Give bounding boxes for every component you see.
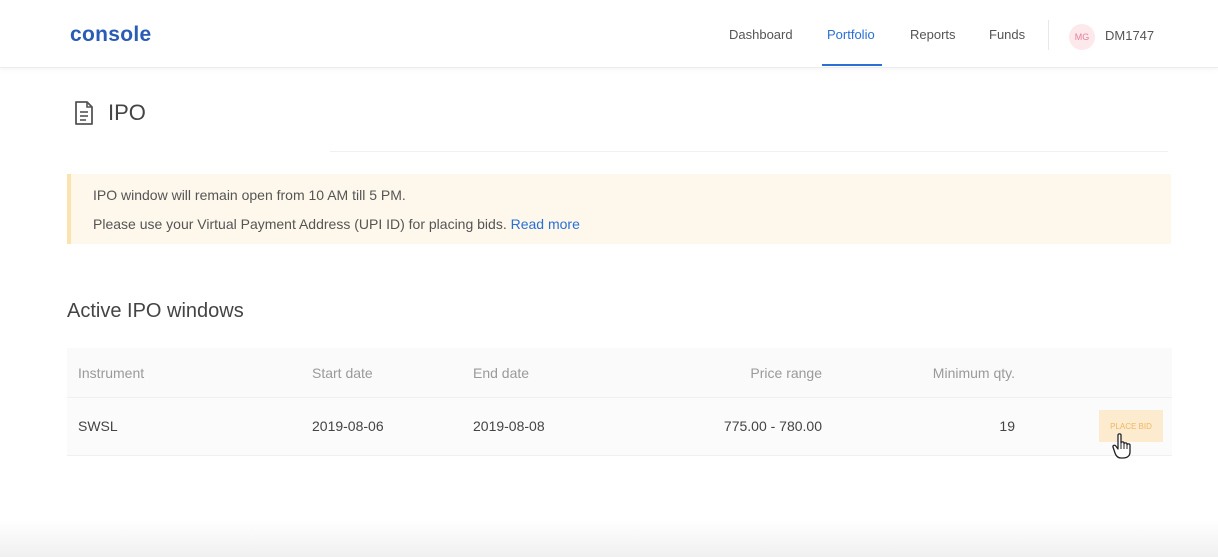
- hand-pointer-icon: [1112, 433, 1131, 459]
- user-id[interactable]: DM1747: [1105, 28, 1154, 43]
- footer-shadow: [0, 520, 1218, 557]
- read-more-link[interactable]: Read more: [511, 216, 580, 232]
- table-row: SWSL 2019-08-06 2019-08-08 775.00 - 780.…: [67, 398, 1172, 456]
- top-navigation-bar: console Dashboard Portfolio Reports Fund…: [0, 0, 1218, 68]
- page-heading: IPO: [74, 100, 146, 126]
- col-end-date: End date: [473, 365, 530, 381]
- nav-dashboard[interactable]: Dashboard: [729, 27, 793, 42]
- document-icon: [75, 101, 93, 125]
- title-divider: [330, 151, 1168, 152]
- cell-instrument: SWSL: [78, 418, 118, 434]
- active-nav-indicator: [822, 64, 882, 66]
- active-ipo-section-title: Active IPO windows: [67, 300, 244, 322]
- col-start-date: Start date: [312, 365, 373, 381]
- notice-upi-message: Please use your Virtual Payment Address …: [93, 216, 507, 232]
- cell-min-qty: 19: [999, 418, 1015, 434]
- console-logo[interactable]: console: [70, 23, 151, 47]
- nav-funds[interactable]: Funds: [989, 27, 1025, 42]
- cell-end-date: 2019-08-08: [473, 418, 545, 434]
- notice-window-hours: IPO window will remain open from 10 AM t…: [93, 187, 406, 203]
- notice-upi-text: Please use your Virtual Payment Address …: [93, 216, 580, 232]
- nav-divider: [1048, 20, 1049, 50]
- nav-portfolio[interactable]: Portfolio: [827, 27, 875, 42]
- table-header: Instrument Start date End date Price ran…: [67, 348, 1172, 398]
- page-title: IPO: [108, 100, 146, 125]
- cell-price-range: 775.00 - 780.00: [723, 418, 822, 434]
- ipo-table: Instrument Start date End date Price ran…: [67, 348, 1172, 456]
- col-min-qty: Minimum qty.: [932, 365, 1015, 381]
- user-avatar[interactable]: MG: [1069, 24, 1095, 50]
- col-price-range: Price range: [750, 365, 822, 381]
- cell-start-date: 2019-08-06: [312, 418, 384, 434]
- nav-reports[interactable]: Reports: [910, 27, 956, 42]
- ipo-notice-banner: IPO window will remain open from 10 AM t…: [67, 174, 1171, 244]
- col-instrument: Instrument: [78, 365, 145, 381]
